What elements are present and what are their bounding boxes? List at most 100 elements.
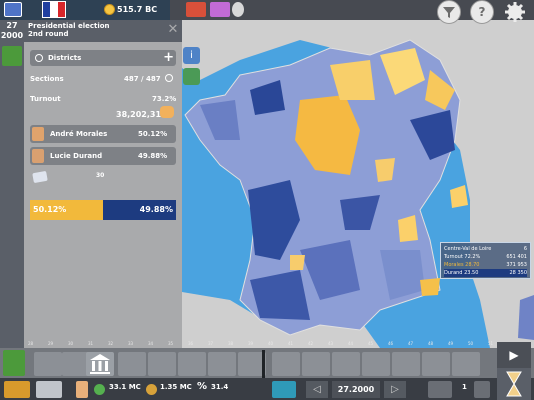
budget-icon[interactable]	[186, 2, 206, 17]
left-column	[0, 20, 24, 348]
timeline-slot[interactable]	[452, 352, 480, 376]
tooltip-row: Durand 23.50 28 350	[444, 269, 527, 277]
timeline-slot[interactable]	[178, 352, 206, 376]
close-icon[interactable]: ✕	[166, 23, 180, 37]
plus-icon[interactable]: +	[163, 50, 174, 66]
money-value: 515.7 BC	[117, 5, 158, 14]
timeline-numbers: 28 29 30 31 32 33 34 35 36 37 38 39 40 41 42 43 44 45 46 47…	[24, 341, 504, 348]
candidate-row[interactable]: Lucie Durand 49.88%	[30, 147, 176, 165]
filter-icon[interactable]	[437, 0, 461, 24]
timeline-slot[interactable]	[332, 352, 360, 376]
candidate-row[interactable]: André Morales 50.12%	[30, 125, 176, 143]
country-flag-icon[interactable]	[42, 1, 66, 18]
coin-icon	[104, 4, 115, 15]
timeline-number: 31	[88, 341, 94, 346]
date-year: 2000	[0, 31, 24, 40]
region-riviera[interactable]	[420, 278, 440, 296]
bar-right: 49.88%	[103, 200, 176, 220]
timeline-number: 28	[28, 341, 34, 346]
timeline-number: 30	[68, 341, 74, 346]
sections-radio-icon[interactable]	[165, 74, 173, 82]
tooltip-votes: 28 350	[509, 270, 528, 276]
tooltip-pct: 28.70	[465, 262, 480, 268]
timeline-number: 36	[188, 341, 194, 346]
next-date-icon[interactable]: ▷	[384, 381, 406, 398]
election-icon[interactable]	[2, 46, 22, 66]
tooltip-name: Durand	[444, 270, 463, 276]
timeline-number: 49	[448, 341, 454, 346]
region-aquitaine-city[interactable]	[290, 255, 305, 270]
scroll-icon[interactable]	[4, 2, 22, 17]
date-display: 27.2000	[332, 381, 380, 398]
list-icon[interactable]	[474, 381, 490, 398]
help-icon[interactable]: ?	[470, 0, 494, 24]
vote-share-bar: 50.12% 49.88%	[30, 200, 176, 220]
election-panel: Presidential election 2nd round ✕ Distri…	[24, 20, 182, 348]
money1-value: 33.1 MC	[109, 383, 141, 391]
timeline-number: 37	[208, 341, 214, 346]
play-icon[interactable]: ▶	[497, 342, 531, 368]
panel-subtitle: 2nd round	[28, 30, 69, 38]
candidate-name: André Morales	[50, 130, 108, 138]
timeline-number: 48	[428, 341, 434, 346]
region-burgundy[interactable]	[375, 158, 395, 182]
info-small-icon[interactable]	[232, 2, 244, 17]
region-tooltip: Centre-Val de Loire 6 Turnout 72.2% 651 …	[440, 242, 531, 279]
bank-icon[interactable]	[86, 352, 114, 376]
media-icon[interactable]	[210, 2, 230, 17]
timeline-slot[interactable]	[272, 352, 300, 376]
hand-icon	[76, 381, 88, 398]
timeline-slot[interactable]	[208, 352, 236, 376]
tooltip-pct: 23.50	[464, 270, 479, 276]
compare-icon[interactable]	[428, 381, 452, 398]
panel-header: Presidential election 2nd round ✕	[24, 20, 182, 42]
tooltip-turnout-row: Turnout 72.2% 651 401	[444, 253, 527, 261]
bar-left: 50.12%	[30, 200, 104, 220]
sections-value: 487 / 487	[124, 75, 161, 83]
money-green-icon	[94, 384, 105, 395]
gear-shape	[505, 2, 525, 22]
tooltip-row: Morales 28.70 371 953	[444, 261, 527, 269]
timeline-number: 33	[128, 341, 134, 346]
timeline-slot[interactable]	[392, 352, 420, 376]
timeline-number: 34	[148, 341, 154, 346]
gear-icon[interactable]	[503, 0, 527, 24]
tooltip-turnout-label: Turnout	[444, 254, 463, 260]
candidate-name: Lucie Durand	[50, 152, 103, 160]
money2-value: 1.35 MC	[160, 383, 192, 391]
chart-icon[interactable]	[183, 68, 200, 85]
info-icon[interactable]: i	[183, 47, 200, 64]
timeline-slot[interactable]	[148, 352, 176, 376]
districts-toggle[interactable]: Districts +	[30, 50, 176, 66]
map-icon[interactable]	[272, 381, 296, 398]
tooltip-name: Morales	[444, 262, 464, 268]
candidate-avatar	[32, 127, 44, 141]
candidate-avatar	[32, 149, 44, 163]
districts-label: Districts	[48, 54, 82, 62]
hourglass-icon[interactable]	[497, 368, 531, 400]
timeline-number: 29	[48, 341, 54, 346]
timeline-number: 50	[468, 341, 474, 346]
election-timeline-icon[interactable]	[3, 350, 25, 376]
timeline-number: 32	[108, 341, 114, 346]
timeline-slot[interactable]	[422, 352, 450, 376]
timeline-number: 51	[488, 341, 494, 346]
people-icon[interactable]	[4, 381, 30, 398]
timeline-number: 40	[268, 341, 274, 346]
timeline-number: 46	[388, 341, 394, 346]
turnout-pct: 73.2%	[152, 95, 177, 103]
prev-date-icon[interactable]: ◁	[306, 381, 328, 398]
bar-top-label: 30	[96, 172, 105, 179]
timeline-slot[interactable]	[302, 352, 330, 376]
timeline-slot[interactable]	[34, 352, 62, 376]
timeline-slot[interactable]	[118, 352, 146, 376]
turnout-label: Turnout	[30, 95, 61, 103]
candidate-pct: 50.12%	[138, 130, 168, 138]
bank-shape	[90, 354, 110, 374]
flag-blue	[43, 2, 51, 17]
timeline-number: 38	[228, 341, 234, 346]
profile-icon[interactable]	[36, 381, 62, 398]
timeline-cursor[interactable]	[262, 350, 265, 378]
timeline-number: 47	[408, 341, 414, 346]
timeline-slot[interactable]	[362, 352, 390, 376]
